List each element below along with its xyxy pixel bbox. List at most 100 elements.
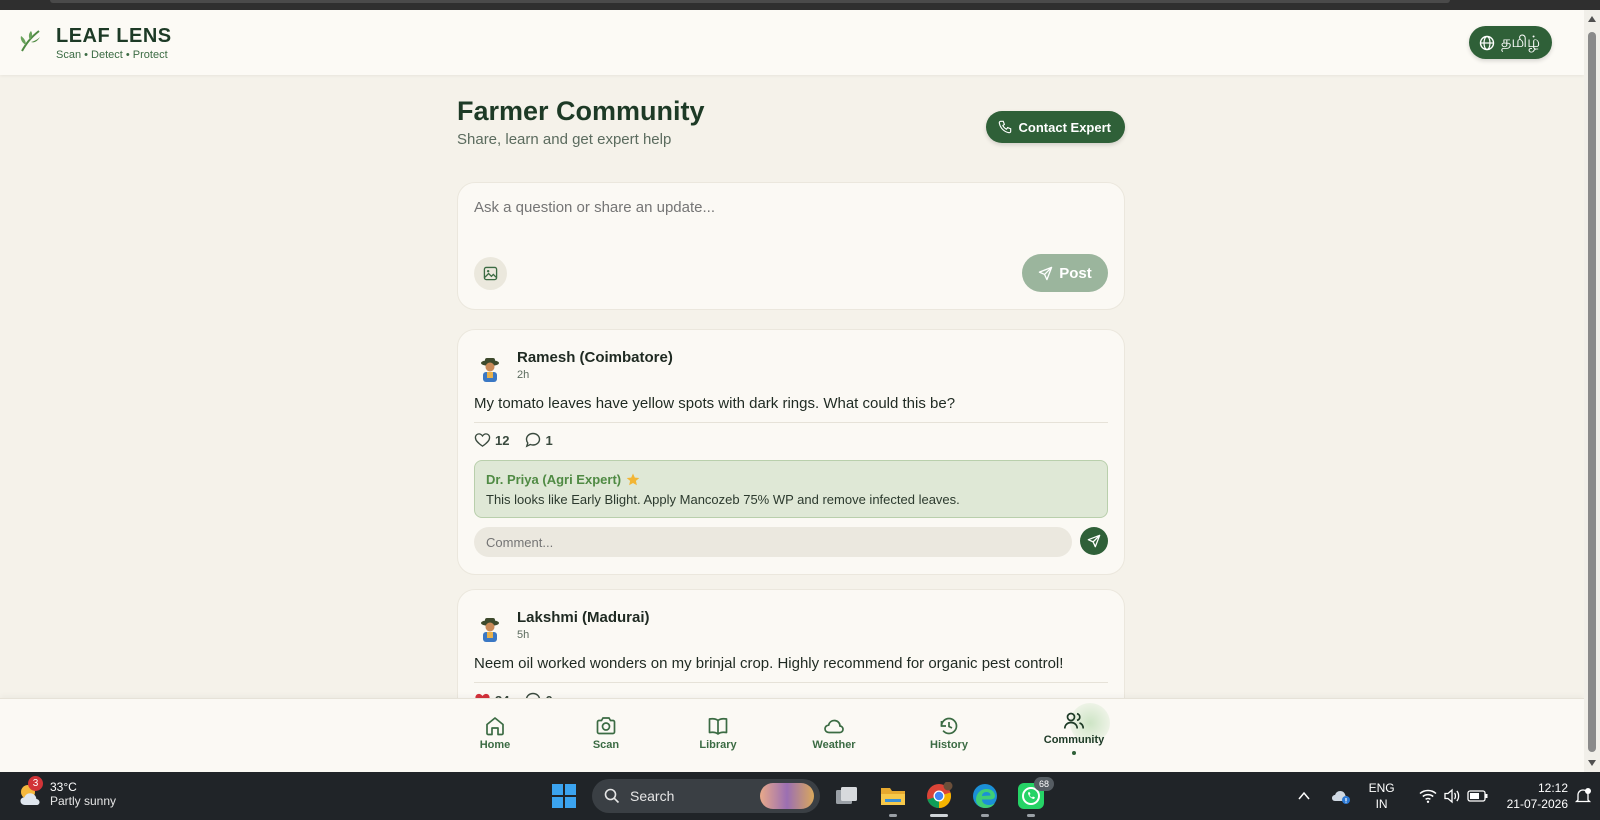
chevron-up-icon[interactable] <box>1297 789 1311 803</box>
scroll-down-arrow-icon[interactable] <box>1588 760 1596 766</box>
attach-image-button[interactable] <box>474 257 507 290</box>
notification-bell-icon[interactable] <box>1574 787 1592 805</box>
nav-community[interactable]: Community <box>1029 710 1119 755</box>
post-time: 2h <box>517 369 530 381</box>
app-viewport: LEAF LENS Scan • Detect • Protect தமிழ் … <box>0 10 1584 772</box>
whatsapp-icon[interactable]: 68 <box>1016 777 1054 817</box>
weather-text: 33°C Partly sunny <box>50 780 116 808</box>
scroll-up-arrow-icon[interactable] <box>1588 16 1596 22</box>
nav-scan[interactable]: Scan <box>561 715 651 751</box>
taskbar-search[interactable]: Search <box>592 779 820 813</box>
camera-icon <box>596 717 616 735</box>
running-indicator <box>889 814 897 817</box>
os-taskbar: 3 33°C Partly sunny Search 68 ENG IN 12:… <box>0 772 1600 820</box>
post-author[interactable]: Ramesh (Coimbatore) <box>517 349 673 366</box>
image-icon <box>483 266 498 281</box>
heart-icon <box>474 433 491 447</box>
post-button-label: Post <box>1059 264 1092 282</box>
post-composer-input[interactable] <box>474 199 1074 216</box>
clock[interactable]: 12:12 21-07-2026 <box>1507 780 1568 812</box>
contact-expert-label: Contact Expert <box>1018 119 1111 135</box>
app-header: LEAF LENS Scan • Detect • Protect தமிழ் <box>0 10 1584 75</box>
contact-expert-button[interactable]: Contact Expert <box>985 111 1125 143</box>
whatsapp-unread-badge: 68 <box>1034 777 1054 791</box>
running-indicator <box>1027 814 1035 817</box>
language-line-2: IN <box>1375 797 1388 811</box>
globe-icon <box>1479 35 1495 50</box>
nav-label: Scan <box>592 739 620 751</box>
bottom-navigation: Home Scan Library Weather History Commun… <box>0 698 1584 772</box>
wifi-icon[interactable] <box>1419 788 1437 804</box>
battery-icon[interactable] <box>1466 789 1489 803</box>
language-toggle-button[interactable]: தமிழ் <box>1468 26 1552 59</box>
active-indicator <box>930 814 948 817</box>
farmer-avatar-icon <box>475 354 505 384</box>
comment-count: 1 <box>545 432 553 448</box>
expert-reply: Dr. Priya (Agri Expert) This looks like … <box>474 460 1108 518</box>
post-body: My tomato leaves have yellow spots with … <box>474 395 956 412</box>
nav-label: Library <box>699 739 737 751</box>
volume-icon[interactable] <box>1443 788 1461 804</box>
cloud-icon <box>824 719 844 734</box>
post-divider <box>474 422 1108 423</box>
comment-row <box>474 527 1108 557</box>
clock-time: 12:12 <box>1537 781 1568 795</box>
task-view-icon[interactable] <box>832 781 862 811</box>
nav-label: Home <box>479 739 511 751</box>
partly-sunny-icon: 3 <box>16 776 44 808</box>
running-indicator <box>981 814 989 817</box>
comment-button[interactable]: 1 <box>525 432 553 448</box>
nav-library[interactable]: Library <box>673 715 763 751</box>
users-icon <box>1063 712 1085 729</box>
community-post: Ramesh (Coimbatore) 2h My tomato leaves … <box>457 329 1125 575</box>
weather-condition: Partly sunny <box>50 794 117 808</box>
farmer-avatar-icon <box>475 614 505 644</box>
search-icon <box>604 788 620 804</box>
language-line-1: ENG <box>1368 781 1395 795</box>
like-button[interactable]: 12 <box>474 432 509 448</box>
search-highlight-image <box>760 783 814 809</box>
language-label: தமிழ் <box>1500 33 1540 51</box>
input-language[interactable]: ENG IN <box>1369 780 1395 812</box>
nav-home[interactable]: Home <box>450 715 540 751</box>
phone-icon <box>998 120 1011 134</box>
clock-date: 21-07-2026 <box>1506 797 1568 811</box>
scrollbar-thumb[interactable] <box>1588 32 1596 752</box>
community-main: Farmer Community Share, learn and get ex… <box>457 96 1125 772</box>
send-icon <box>1087 534 1101 548</box>
send-icon <box>1038 266 1053 280</box>
active-indicator-dot <box>1072 751 1076 755</box>
file-explorer-icon[interactable] <box>878 781 908 817</box>
chrome-icon[interactable] <box>924 781 954 817</box>
brand: LEAF LENS Scan • Detect • Protect <box>56 25 172 61</box>
post-divider <box>474 682 1108 683</box>
nav-label: History <box>930 739 968 751</box>
windows-start-icon[interactable] <box>552 784 576 808</box>
weather-widget[interactable]: 3 33°C Partly sunny <box>16 776 116 808</box>
post-author[interactable]: Lakshmi (Madurai) <box>517 609 650 626</box>
post-button[interactable]: Post <box>1022 254 1108 292</box>
send-comment-button[interactable] <box>1080 527 1108 555</box>
edge-icon[interactable] <box>970 781 1000 817</box>
expert-reply-text: This looks like Early Blight. Apply Manc… <box>486 492 960 507</box>
nav-label: Weather <box>812 739 856 751</box>
home-icon <box>486 717 504 736</box>
expert-name-text: Dr. Priya (Agri Expert) <box>486 472 622 487</box>
book-icon <box>708 717 728 735</box>
like-count: 12 <box>495 432 510 448</box>
post-time: 5h <box>517 629 530 641</box>
onedrive-icon[interactable] <box>1331 787 1351 805</box>
post-composer: Post <box>457 182 1125 310</box>
weather-temp: 33°C <box>50 780 77 794</box>
post-actions: 12 1 <box>474 432 553 448</box>
page-scrollbar[interactable] <box>1584 10 1600 772</box>
star-icon <box>626 473 640 486</box>
nav-history[interactable]: History <box>904 715 994 751</box>
nav-weather[interactable]: Weather <box>789 715 879 751</box>
history-icon <box>940 717 958 735</box>
system-tray: ENG IN 12:12 21-07-2026 <box>1297 772 1600 820</box>
nav-label: Community <box>1043 734 1105 746</box>
post-body: Neem oil worked wonders on my brinjal cr… <box>474 655 1064 672</box>
comment-input[interactable] <box>474 527 1072 557</box>
leaf-logo-icon <box>20 30 40 52</box>
